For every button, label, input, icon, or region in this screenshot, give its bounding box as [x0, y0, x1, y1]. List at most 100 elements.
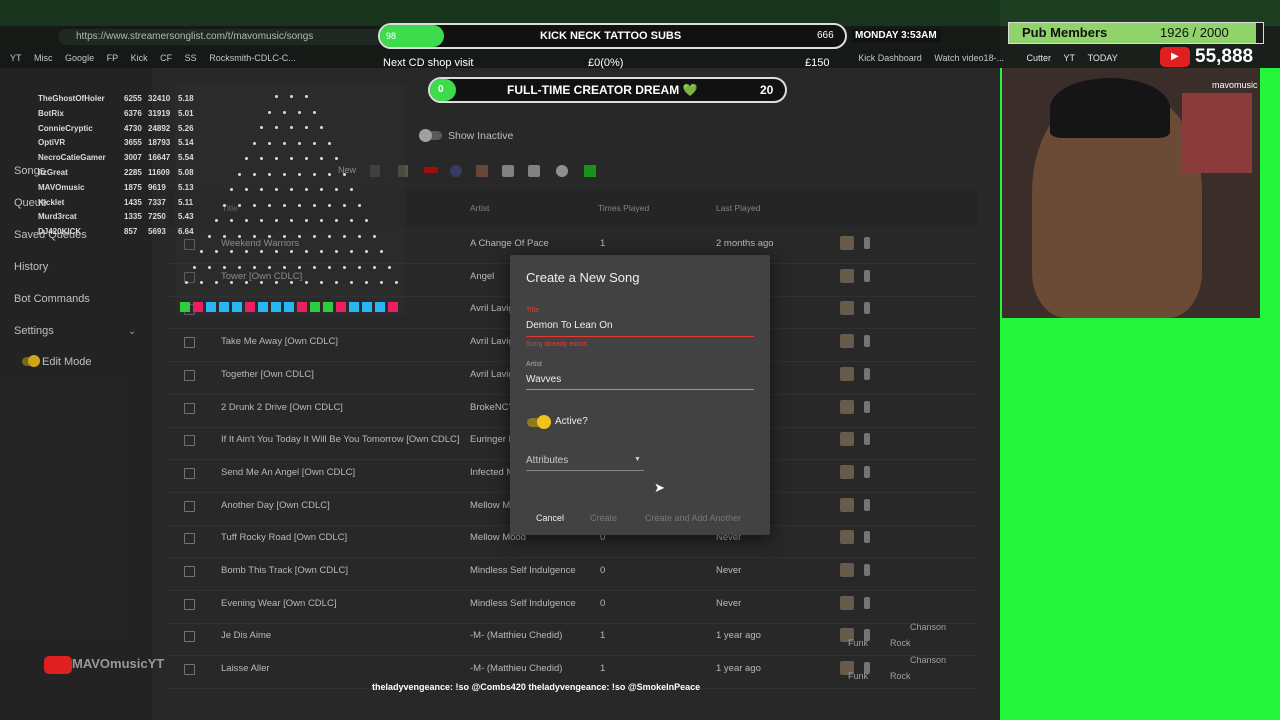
- leaderboard-name: ConnieCryptic: [38, 123, 93, 133]
- row-checkbox[interactable]: [184, 467, 195, 479]
- row-checkbox[interactable]: [184, 337, 195, 349]
- row-checkbox[interactable]: [184, 435, 195, 447]
- requester-avatar-icon[interactable]: [840, 563, 854, 577]
- row-checkbox[interactable]: [184, 533, 195, 545]
- bookmark-12[interactable]: TODAY: [1088, 48, 1118, 68]
- plinko-pin: [312, 265, 316, 269]
- guitar-icon[interactable]: [864, 498, 870, 511]
- requester-avatar-icon[interactable]: [840, 497, 854, 512]
- requester-avatar-icon[interactable]: [840, 595, 854, 610]
- bookmark-8[interactable]: Kick Dashboard: [858, 48, 922, 68]
- leaderboard: TheGhostOfHoler 6255 32410 5.18 BotRix 6376 31…: [38, 92, 208, 240]
- leaderboard-row: Kicklet 1435 7337 5.11: [38, 196, 208, 211]
- filter-icon-3[interactable]: [450, 165, 462, 177]
- row-checkbox[interactable]: [184, 566, 195, 577]
- title-input[interactable]: Demon To Lean On: [526, 320, 613, 331]
- chevron-down-icon[interactable]: ⌄: [128, 326, 136, 337]
- filter-icon-7[interactable]: [556, 165, 568, 177]
- cancel-button[interactable]: Cancel: [536, 513, 564, 523]
- bookmark-11[interactable]: YT: [1064, 48, 1076, 68]
- requester-avatar-icon[interactable]: [840, 236, 854, 250]
- sidebar-item-history[interactable]: History: [14, 261, 48, 273]
- filter-icon-4[interactable]: [476, 165, 488, 177]
- guitar-icon[interactable]: [864, 465, 870, 478]
- bookmark-4[interactable]: Kick: [131, 48, 148, 68]
- row-checkbox[interactable]: [184, 402, 195, 414]
- plinko-pin: [200, 281, 203, 284]
- guitar-icon[interactable]: [864, 596, 870, 609]
- filter-icon-5[interactable]: [502, 165, 514, 177]
- guitar-icon[interactable]: [864, 400, 870, 413]
- leaderboard-name: Kicklet: [38, 197, 65, 207]
- guitar-icon[interactable]: [864, 335, 870, 348]
- plinko-pin: [327, 234, 331, 238]
- row-checkbox[interactable]: [184, 500, 195, 512]
- plinko-pin: [237, 203, 241, 207]
- youtube-watermark-icon: [44, 656, 72, 674]
- plinko-pin: [290, 188, 293, 191]
- row-checkbox[interactable]: [184, 664, 195, 676]
- filter-icon-6[interactable]: [528, 165, 540, 177]
- flag-icon[interactable]: [424, 167, 438, 173]
- guitar-icon[interactable]: [864, 302, 870, 315]
- row-checkbox[interactable]: [184, 631, 195, 643]
- create-button[interactable]: Create: [590, 513, 617, 523]
- guitar-icon[interactable]: [864, 367, 870, 380]
- tag-chanson: Chanson: [910, 622, 947, 632]
- plinko-pin: [335, 157, 338, 160]
- tag-funk: Funk: [848, 671, 869, 681]
- bookmark-7[interactable]: Rocksmith-CDLC-C...: [209, 48, 296, 68]
- requester-avatar-icon[interactable]: [840, 399, 854, 414]
- sidebar-item-bot-commands[interactable]: Bot Commands: [14, 293, 90, 305]
- plinko-pin: [260, 157, 263, 160]
- requester-avatar-icon[interactable]: [840, 464, 854, 479]
- artist-field-label: Artist: [526, 361, 542, 368]
- bookmark-10[interactable]: Cutter: [1027, 48, 1052, 68]
- header-artist[interactable]: Artist: [470, 203, 489, 213]
- requester-avatar-icon[interactable]: [840, 432, 854, 447]
- create-and-add-another-button[interactable]: Create and Add Another: [645, 513, 741, 523]
- url-field[interactable]: https://www.streamersonglist.com/t/mavom…: [58, 29, 388, 45]
- sidebar-item-settings[interactable]: Settings: [14, 325, 54, 337]
- plinko-pin: [267, 141, 271, 145]
- cell-title: Bomb This Track [Own CDLC]: [221, 565, 349, 576]
- artist-input-underline: [526, 389, 754, 390]
- plinko-pin: [342, 265, 346, 269]
- leaderboard-name: Murd3rcat: [38, 212, 77, 222]
- bookmark-3[interactable]: FP: [107, 48, 119, 68]
- guitar-icon[interactable]: [864, 564, 870, 576]
- plinko-pin: [230, 250, 233, 253]
- header-last-played[interactable]: Last Played: [716, 203, 760, 213]
- filter-icon-8[interactable]: [584, 165, 596, 177]
- attributes-select[interactable]: Attributes: [526, 455, 568, 466]
- bookmark-0[interactable]: YT: [10, 48, 22, 68]
- leaderboard-b: 11609: [148, 167, 170, 177]
- requester-avatar-icon[interactable]: [840, 530, 854, 545]
- bookmark-5[interactable]: CF: [160, 48, 172, 68]
- header-times-played[interactable]: Times Played: [598, 203, 649, 213]
- plinko-pin: [237, 234, 241, 238]
- bookmark-1[interactable]: Misc: [34, 48, 53, 68]
- plinko-pin: [327, 141, 331, 145]
- requester-avatar-icon[interactable]: [840, 268, 854, 283]
- cell-title: Laisse Aller: [221, 663, 270, 675]
- plinko-pin: [305, 95, 308, 98]
- plinko-pin: [215, 281, 218, 284]
- bookmark-6[interactable]: SS: [185, 48, 197, 68]
- bookmark-2[interactable]: Google: [65, 48, 94, 68]
- row-checkbox[interactable]: [184, 369, 195, 381]
- artist-input[interactable]: Wavves: [526, 374, 561, 385]
- requester-avatar-icon[interactable]: [840, 334, 854, 349]
- guitar-icon[interactable]: [864, 269, 870, 282]
- guitar-icon[interactable]: [864, 433, 870, 446]
- dropdown-arrow-icon[interactable]: ▼: [634, 456, 641, 463]
- requester-avatar-icon[interactable]: [840, 366, 854, 381]
- guitar-icon[interactable]: [864, 531, 870, 544]
- leaderboard-name: OptiVR: [38, 138, 66, 148]
- bookmark-9[interactable]: Watch video18-...: [934, 48, 1004, 68]
- guitar-icon[interactable]: [864, 237, 870, 249]
- row-checkbox[interactable]: [184, 598, 195, 610]
- requester-avatar-icon[interactable]: [840, 301, 854, 316]
- plinko-pin: [335, 250, 338, 253]
- plinko-pin: [267, 265, 271, 269]
